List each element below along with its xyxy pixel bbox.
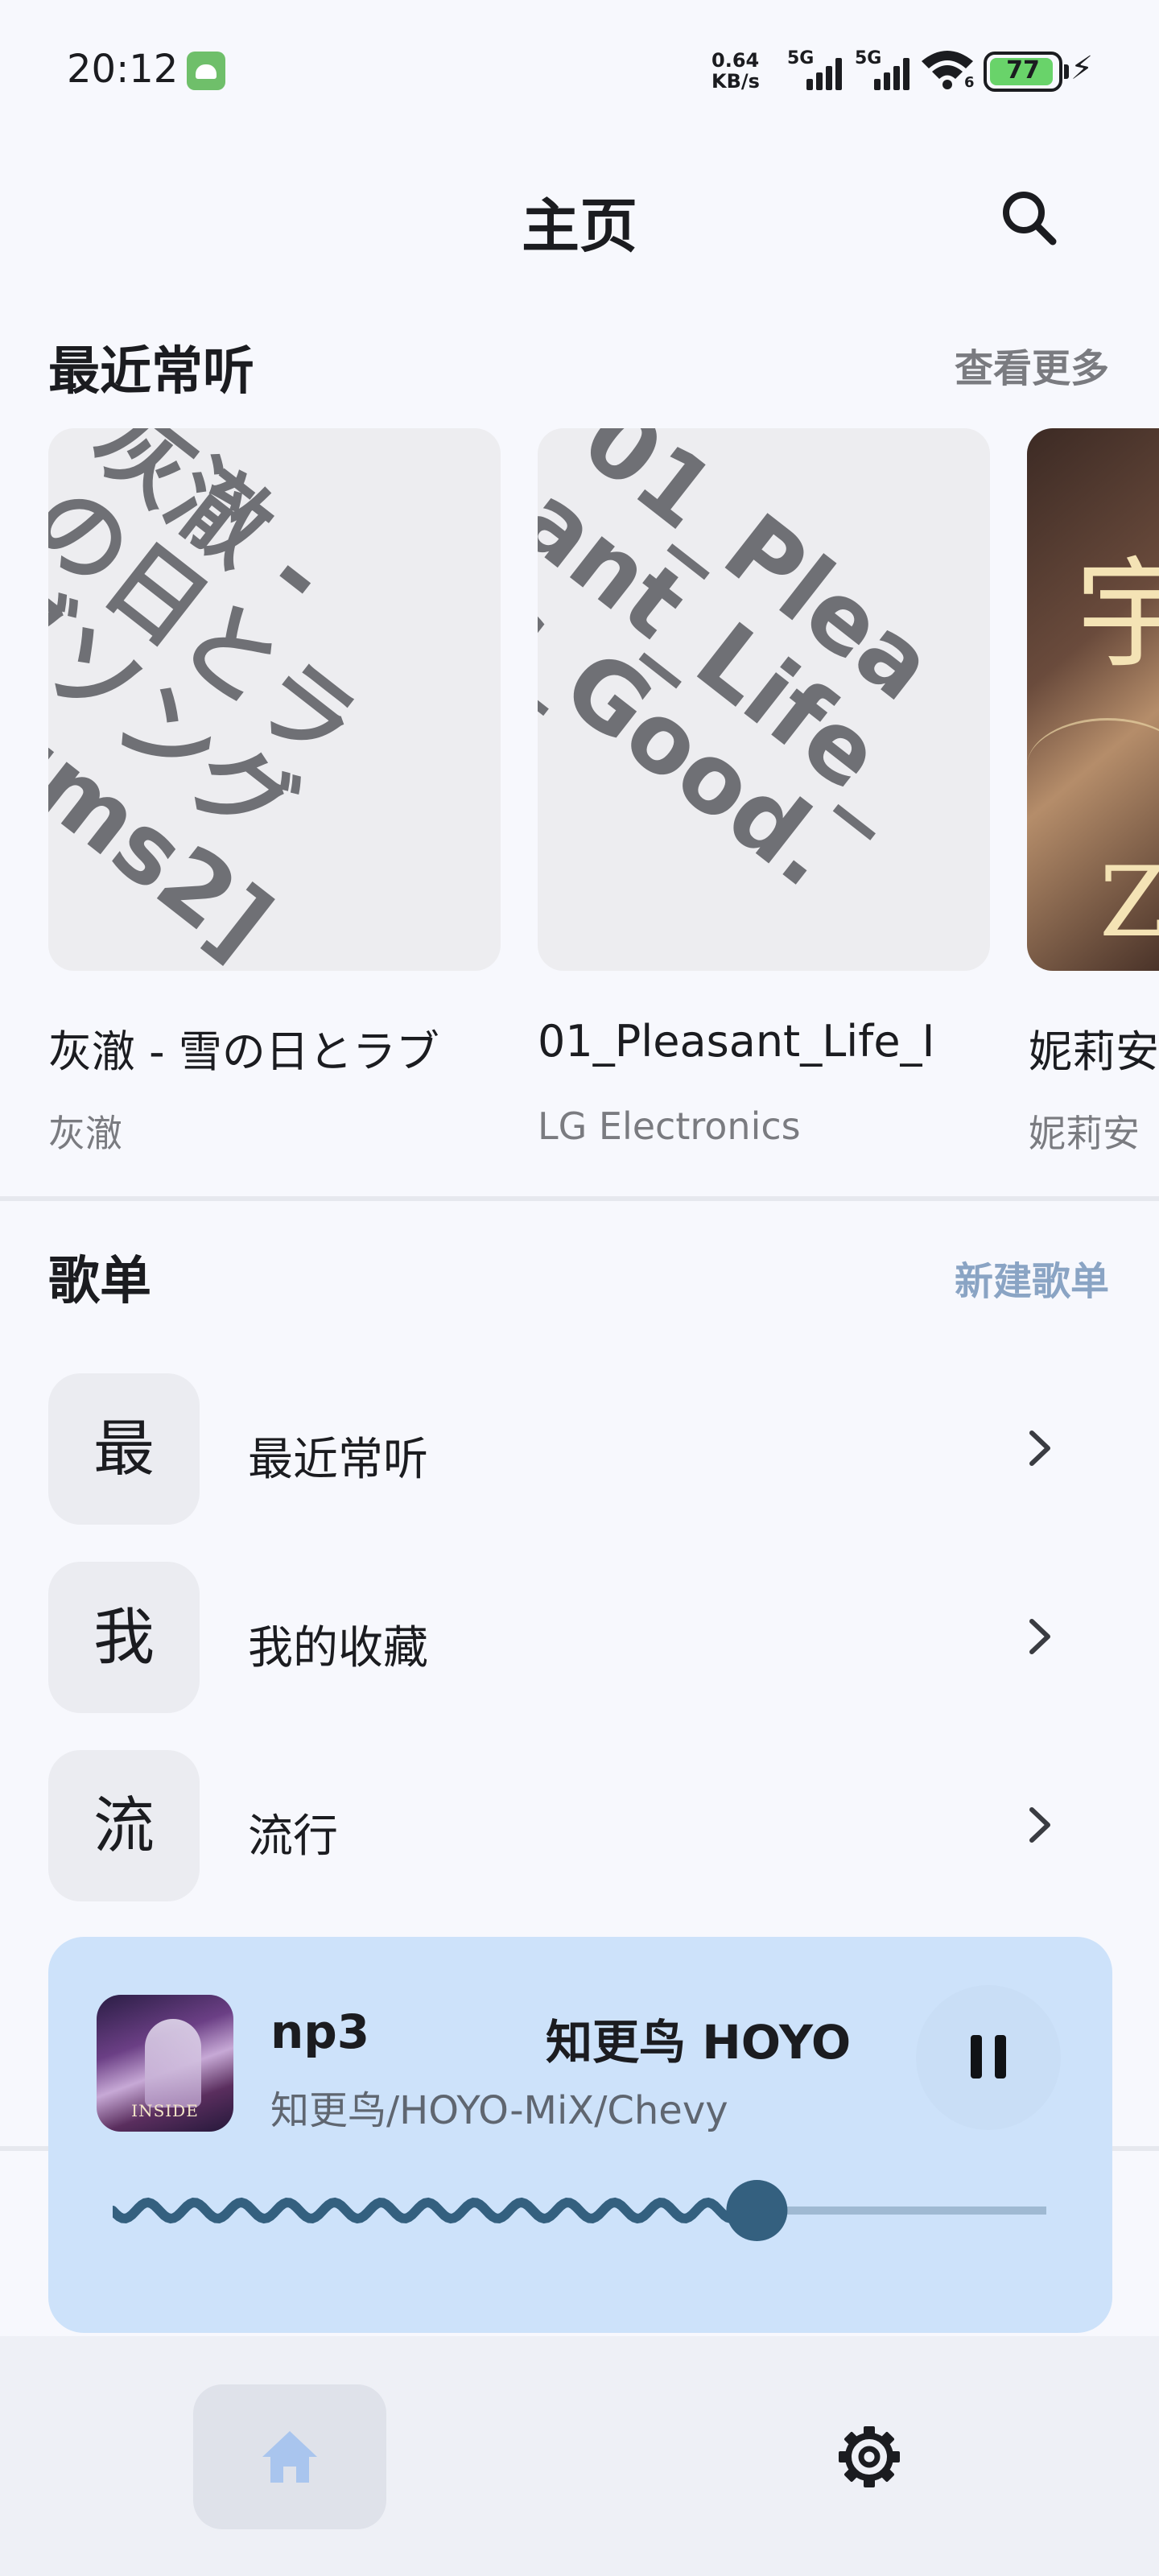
recent-card-subtitle: LG Electronics — [538, 1104, 801, 1148]
signal-icon: 5G — [855, 48, 911, 90]
progress-slider[interactable] — [113, 2178, 1046, 2243]
cover-art-text: 01_Plea ant_Life_ ls_Good. ng — [538, 428, 955, 909]
recent-card-cover[interactable]: 灰澈 - の日とラ ブソング mqms2] — [48, 428, 501, 971]
playlist-label: 最近常听 — [248, 1434, 428, 1486]
playlist-label: 流行 — [248, 1810, 338, 1863]
playlist-label: 我的收藏 — [248, 1622, 428, 1674]
search-icon — [1003, 192, 1057, 246]
playlist-item[interactable]: 流 流行 — [0, 1750, 1159, 1903]
new-playlist-link[interactable]: 新建歌单 — [955, 1249, 1109, 1306]
battery-level: 77 — [1006, 56, 1040, 85]
recent-card-cover[interactable]: 宇 Z — [1027, 428, 1159, 971]
player-title-tail: np3 — [270, 2004, 370, 2059]
network-speed-unit: KB/s — [711, 70, 760, 93]
wifi-label: 6 — [964, 74, 975, 91]
playlists-section-title: 歌单 — [48, 1252, 151, 1311]
chevron-right-icon — [1029, 1807, 1050, 1843]
section-divider — [0, 1196, 1159, 1201]
progress-thumb — [726, 2180, 788, 2241]
battery-icon: 77 — [984, 52, 1062, 92]
recent-card-cover[interactable]: 01_Plea ant_Life_ ls_Good. ng — [538, 428, 990, 971]
see-more-link[interactable]: 查看更多 — [955, 336, 1109, 393]
playlist-item[interactable]: 我 我的收藏 — [0, 1562, 1159, 1715]
playlist-initial: 最 — [48, 1373, 200, 1525]
network-speed: 0.64 KB/s — [711, 50, 760, 92]
player-title: 知更鸟 HOYO — [546, 2015, 852, 2069]
playlist-item[interactable]: 最 最近常听 — [0, 1373, 1159, 1526]
charging-icon: ⚡ — [1070, 50, 1094, 87]
sim1-label: 5G — [787, 48, 815, 68]
home-icon — [262, 2431, 317, 2483]
mini-player[interactable]: INSIDE np3 知更鸟 HOYO 知更鸟/HOYO-MiX/Chevy — [48, 1937, 1112, 2333]
pause-icon — [971, 2035, 982, 2079]
playlist-initial: 流 — [48, 1750, 200, 1901]
pause-button[interactable] — [916, 1985, 1061, 2130]
gear-icon — [839, 2426, 900, 2487]
recent-card-title: 01_Pleasant_Life_I — [538, 1016, 935, 1067]
player-cover-art[interactable]: INSIDE — [97, 1995, 233, 2132]
playlist-initial: 我 — [48, 1562, 200, 1713]
search-button[interactable] — [990, 179, 1070, 259]
network-speed-value: 0.64 — [711, 49, 760, 72]
cover-caption: INSIDE — [131, 2101, 199, 2120]
battery-tip — [1064, 64, 1069, 79]
pause-icon — [995, 2035, 1006, 2079]
android-notification-icon — [187, 52, 225, 90]
recent-card-subtitle: 灰澈 — [48, 1112, 122, 1155]
progress-wave — [113, 2197, 761, 2224]
status-time: 20:12 — [67, 47, 179, 92]
sim2-label: 5G — [855, 48, 882, 68]
page-title: 主页 — [521, 192, 637, 260]
bottom-navigation — [0, 2336, 1159, 2576]
recent-section-title: 最近常听 — [48, 342, 254, 402]
recent-card-subtitle: 妮莉安 — [1029, 1112, 1140, 1155]
cover-art-text: 灰澈 - の日とラ ブソング mqms2] — [48, 428, 378, 971]
recent-card-title: 妮莉安 — [1029, 1026, 1159, 1077]
nav-settings-button[interactable] — [821, 2409, 918, 2505]
signal-icon: 5G — [787, 48, 843, 90]
wifi-icon: 6 — [919, 47, 975, 91]
nav-home-button[interactable] — [193, 2384, 386, 2529]
chevron-right-icon — [1029, 1430, 1050, 1466]
player-artist: 知更鸟/HOYO-MiX/Chevy — [270, 2088, 728, 2133]
player-title-marquee: np3 知更鸟 HOYO — [270, 2004, 898, 2069]
recent-card-title: 灰澈 - 雪の日とラブ — [48, 1026, 439, 1077]
chevron-right-icon — [1029, 1619, 1050, 1654]
